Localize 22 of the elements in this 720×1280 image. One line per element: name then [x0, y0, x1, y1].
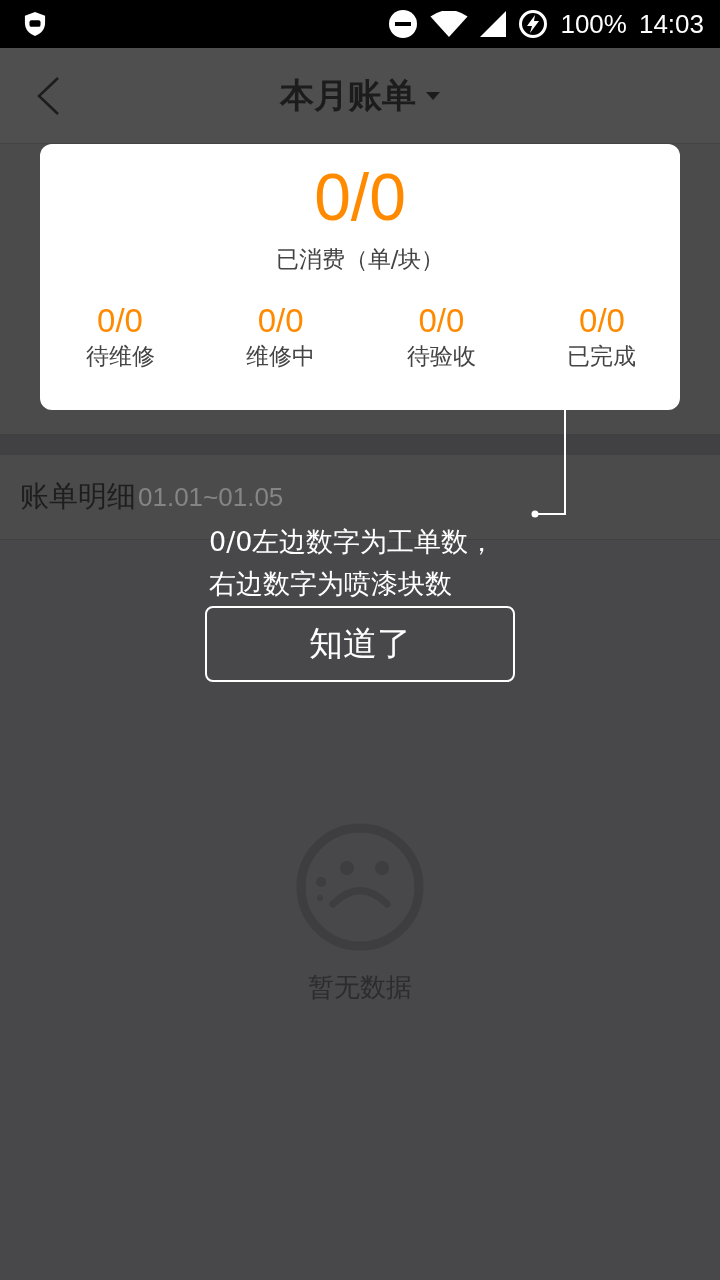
do-not-disturb-icon	[388, 9, 419, 39]
date-range: 01.01~01.05	[138, 481, 284, 513]
shield-icon	[24, 11, 46, 37]
stat-label: 已完成	[567, 342, 637, 372]
stat-value: 0/0	[579, 303, 625, 340]
stat-value: 0/0	[257, 303, 304, 340]
charging-icon	[518, 9, 549, 39]
stat-label: 待验收	[406, 342, 476, 372]
stat-value: 0/0	[97, 303, 143, 340]
signal-icon	[480, 11, 507, 37]
stat-label: 维修中	[246, 342, 316, 372]
consumed-value: 0/0	[314, 164, 406, 230]
caret-icon[interactable]	[426, 91, 440, 100]
stat-label: 待维修	[85, 342, 155, 372]
battery-percent: 100%	[560, 8, 627, 40]
stat-value: 0/0	[418, 303, 465, 340]
got-it-button[interactable]: 知道了	[205, 606, 515, 682]
tip-text: 右边数字为喷漆块数	[209, 567, 453, 601]
consumed-label: 已消费（单/块）	[275, 245, 445, 274]
clock: 14:03	[638, 8, 704, 40]
wifi-icon	[430, 11, 469, 37]
back-icon[interactable]	[36, 75, 60, 116]
